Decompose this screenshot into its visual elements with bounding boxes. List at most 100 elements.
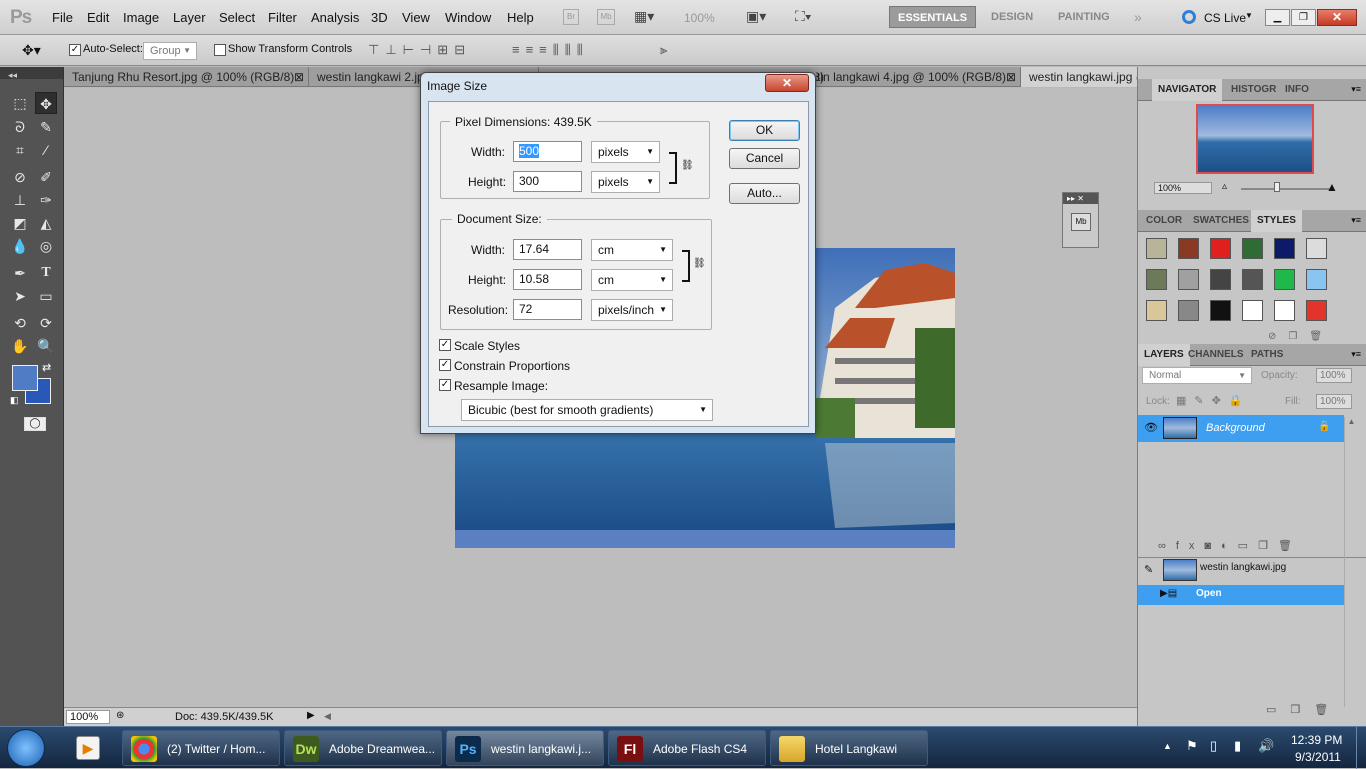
style-preset-swatch[interactable] <box>1210 300 1231 321</box>
tab-channels[interactable]: CHANNELS <box>1182 344 1250 366</box>
zoom-out-icon[interactable]: ▵ <box>1222 181 1227 192</box>
auto-align-icon[interactable]: ⫸ <box>660 42 667 58</box>
clock-time[interactable]: 12:39 PM <box>1291 733 1342 747</box>
menu-select[interactable]: Select <box>219 10 255 25</box>
workspace-essentials[interactable]: ESSENTIALS <box>889 6 977 28</box>
menu-view[interactable]: View <box>402 10 430 25</box>
tab-paths[interactable]: PATHS <box>1245 344 1289 366</box>
arrange-documents-icon[interactable]: ▣▾ <box>746 8 766 25</box>
taskbar-flash[interactable]: Fl Adobe Flash CS4 <box>608 730 766 766</box>
blend-mode-dropdown[interactable]: Normal ▼ <box>1142 367 1252 384</box>
tab-info[interactable]: INFO <box>1279 79 1315 101</box>
workspace-design[interactable]: DESIGN <box>983 6 1041 28</box>
paint-bucket-icon[interactable]: ◭ <box>35 212 57 234</box>
action-center-icon[interactable]: ⚑ <box>1186 738 1198 754</box>
px-width-unit-dropdown[interactable]: pixels ▼ <box>591 141 660 163</box>
zoom-tool-icon[interactable]: 🔍 <box>35 335 57 357</box>
clone-stamp-icon[interactable]: ⊥ <box>9 189 31 211</box>
style-preset-swatch[interactable] <box>1306 238 1327 259</box>
brush-tool-icon[interactable]: ✐ <box>35 166 57 188</box>
blur-tool-icon[interactable]: 💧 <box>9 235 31 257</box>
styles-footer-icons[interactable]: ⊘❐🗑 <box>1268 331 1334 342</box>
quick-mask-icon[interactable]: ◯ <box>24 417 46 431</box>
zoom-level-menu[interactable]: 100% <box>684 11 715 25</box>
style-preset-swatch[interactable] <box>1146 269 1167 290</box>
minimize-button[interactable]: ▁ <box>1265 9 1290 26</box>
3d-rotate-icon[interactable]: ⟲ <box>9 312 31 334</box>
network-icon[interactable]: ▮ <box>1234 738 1241 754</box>
doc-height-field[interactable]: 10.58 <box>513 269 582 290</box>
style-preset-swatch[interactable] <box>1274 238 1295 259</box>
style-preset-swatch[interactable] <box>1242 238 1263 259</box>
doc-width-unit-dropdown[interactable]: cm ▼ <box>591 239 673 261</box>
auto-select-dropdown[interactable]: Group ▼ <box>143 42 197 60</box>
navigator-zoom-field[interactable]: 100% <box>1154 182 1212 194</box>
taskbar-chrome[interactable]: (2) Twitter / Hom... <box>122 730 280 766</box>
style-preset-swatch[interactable] <box>1178 269 1199 290</box>
history-brush-source-icon[interactable]: ✎ <box>1144 563 1153 576</box>
healing-brush-icon[interactable]: ⊘ <box>9 166 31 188</box>
panel-menu-icon[interactable]: ▾≡ <box>1351 215 1361 226</box>
panel-menu-icon[interactable]: ▾≡ <box>1351 349 1361 360</box>
doc-width-field[interactable]: 17.64 <box>513 239 582 260</box>
eyedropper-icon[interactable]: ⁄ <box>35 139 57 161</box>
collapse-icon[interactable]: ◂◂ <box>0 70 17 80</box>
menu-edit[interactable]: Edit <box>87 10 109 25</box>
clock-date[interactable]: 9/3/2011 <box>1295 750 1341 764</box>
move-tool-icon[interactable]: ✥ <box>35 92 57 114</box>
shape-tool-icon[interactable]: ▭ <box>35 285 57 307</box>
more-workspaces-icon[interactable]: » <box>1134 9 1142 25</box>
menu-filter[interactable]: Filter <box>268 10 297 25</box>
start-button[interactable] <box>7 729 45 767</box>
resample-method-dropdown[interactable]: Bicubic (best for smooth gradients) ▼ <box>461 399 713 421</box>
taskbar-photoshop[interactable]: Ps westin langkawi.j... <box>446 730 604 766</box>
hand-tool-icon[interactable]: ✋ <box>9 335 31 357</box>
doc-height-unit-dropdown[interactable]: cm ▼ <box>591 269 673 291</box>
media-player-icon[interactable]: ▶ <box>76 736 100 760</box>
opacity-field[interactable]: 100% <box>1316 368 1352 383</box>
panel-header[interactable]: ▸▸ ✕ <box>1063 193 1098 204</box>
path-select-icon[interactable]: ➤ <box>9 285 31 307</box>
layer-row-background[interactable]: 👁 Background 🔒 <box>1138 415 1344 442</box>
resolution-field[interactable]: 72 <box>513 299 582 320</box>
constrain-checkbox[interactable]: ✓ <box>439 359 451 371</box>
tab-navigator[interactable]: NAVIGATOR <box>1152 79 1223 101</box>
style-preset-swatch[interactable] <box>1146 238 1167 259</box>
lasso-tool-icon[interactable]: ᘐ <box>9 116 31 138</box>
restore-button[interactable]: ❐ <box>1291 9 1316 26</box>
ok-button[interactable]: OK <box>729 120 800 141</box>
style-preset-swatch[interactable] <box>1178 238 1199 259</box>
cs-live-menu[interactable]: CS Live <box>1204 11 1246 25</box>
style-preset-swatch[interactable] <box>1242 300 1263 321</box>
workspace-painting[interactable]: PAINTING <box>1050 6 1118 28</box>
default-colors-icon[interactable]: ◧ <box>10 395 19 406</box>
navigator-zoom-slider[interactable] <box>1241 188 1331 190</box>
zoom-in-icon[interactable]: ▲ <box>1326 180 1338 194</box>
px-height-unit-dropdown[interactable]: pixels ▼ <box>591 171 660 193</box>
tab-color[interactable]: COLOR <box>1140 210 1188 232</box>
tab-histogram[interactable]: HISTOGR <box>1225 79 1282 101</box>
scroll-left-icon[interactable]: ◀ <box>324 711 331 722</box>
zoom-field[interactable]: 100% <box>66 710 110 724</box>
history-step-row[interactable]: ▶▤ Open <box>1138 585 1344 605</box>
bridge-icon[interactable]: Br <box>563 9 579 25</box>
status-icon[interactable]: ⊛ <box>116 710 124 721</box>
move-tool-preset-icon[interactable]: ✥▾ <box>22 42 41 59</box>
auto-button[interactable]: Auto... <box>729 183 800 204</box>
menu-image[interactable]: Image <box>123 10 159 25</box>
tab-swatches[interactable]: SWATCHES <box>1187 210 1255 232</box>
toolbox-header[interactable]: ◂◂ <box>0 67 63 80</box>
layers-scrollbar[interactable]: ▲ <box>1344 417 1358 707</box>
style-preset-swatch[interactable] <box>1210 269 1231 290</box>
chain-link-icon[interactable]: ⛓ <box>693 258 706 269</box>
style-preset-swatch[interactable] <box>1306 300 1327 321</box>
navigator-slider-thumb[interactable] <box>1274 182 1280 192</box>
resolution-unit-dropdown[interactable]: pixels/inch ▼ <box>591 299 673 321</box>
tab-tanjung-rhu[interactable]: Tanjung Rhu Resort.jpg @ 100% (RGB/8) ⊠ <box>64 67 309 87</box>
history-snapshot-name[interactable]: westin langkawi.jpg <box>1200 562 1286 573</box>
menu-window[interactable]: Window <box>445 10 491 25</box>
history-brush-icon[interactable]: ✑ <box>35 189 57 211</box>
resample-checkbox[interactable]: ✓ <box>439 379 451 391</box>
style-preset-swatch[interactable] <box>1178 300 1199 321</box>
style-preset-swatch[interactable] <box>1210 238 1231 259</box>
